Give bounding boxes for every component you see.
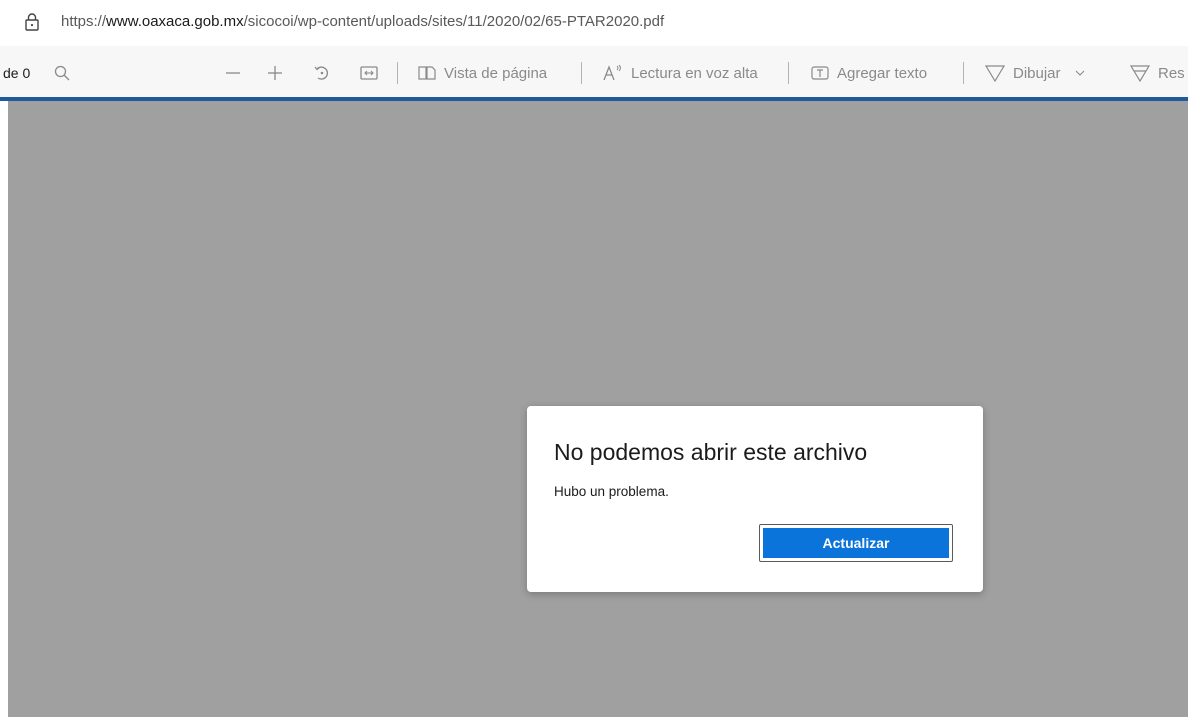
address-bar[interactable]: https://www.oaxaca.gob.mx/sicocoi/wp-con…: [0, 0, 1188, 44]
page-counter-label: de 0: [3, 65, 31, 81]
dialog-message: Hubo un problema.: [554, 484, 669, 499]
url-path: /sicocoi/wp-content/uploads/sites/11/202…: [243, 13, 665, 30]
page-view-button[interactable]: Vista de página: [418, 62, 547, 84]
add-text-button[interactable]: Agregar texto: [811, 62, 927, 84]
minus-icon[interactable]: [225, 62, 241, 84]
toolbar-divider: [397, 62, 398, 84]
draw-icon: [985, 65, 1005, 82]
fit-to-width-icon[interactable]: [360, 62, 378, 84]
highlight-button[interactable]: Res: [1130, 62, 1185, 84]
url-domain: www.oaxaca.gob.mx: [106, 13, 244, 30]
draw-button[interactable]: Dibujar: [985, 62, 1085, 84]
read-aloud-label: Lectura en voz alta: [631, 64, 758, 82]
url-text[interactable]: https://www.oaxaca.gob.mx/sicocoi/wp-con…: [61, 13, 664, 30]
refresh-button[interactable]: Actualizar: [763, 528, 949, 558]
page-view-label: Vista de página: [444, 64, 548, 82]
pdf-toolbar: de 0 Vista de página Lectura en voz alta…: [0, 46, 1188, 98]
refresh-button-focus-ring: Actualizar: [759, 524, 953, 562]
highlight-label: Res: [1158, 64, 1185, 82]
toolbar-divider: [581, 62, 582, 84]
add-text-label: Agregar texto: [837, 64, 928, 82]
error-dialog: No podemos abrir este archivo Hubo un pr…: [527, 406, 983, 592]
draw-label: Dibujar: [1013, 64, 1061, 82]
read-aloud-button[interactable]: Lectura en voz alta: [603, 62, 758, 84]
page-view-icon: [418, 66, 436, 80]
page-counter: de 0: [3, 62, 30, 84]
rotate-icon[interactable]: [313, 62, 331, 84]
highlight-icon: [1130, 65, 1150, 82]
search-icon[interactable]: [54, 62, 70, 84]
dialog-title: No podemos abrir este archivo: [554, 439, 868, 465]
url-prefix: https://: [61, 13, 107, 30]
plus-icon[interactable]: [267, 62, 283, 84]
toolbar-divider: [963, 62, 964, 84]
lock-icon[interactable]: [25, 13, 39, 31]
add-text-icon: [811, 66, 829, 80]
chevron-down-icon: [1075, 70, 1084, 76]
read-aloud-icon: [603, 64, 621, 81]
toolbar-divider: [788, 62, 789, 84]
